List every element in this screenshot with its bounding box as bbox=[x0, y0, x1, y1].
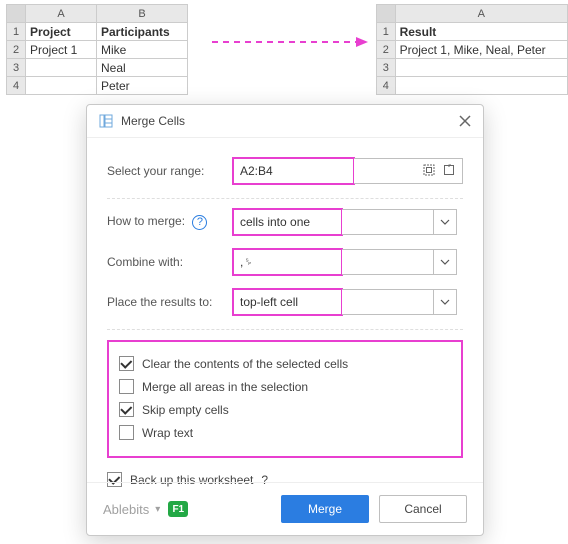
range-value: A2:B4 bbox=[240, 164, 273, 178]
range-input-extra[interactable] bbox=[354, 158, 463, 184]
range-input[interactable]: A2:B4 bbox=[233, 158, 354, 184]
col-header[interactable]: B bbox=[97, 5, 188, 23]
options-group: Clear the contents of the selected cells… bbox=[107, 340, 463, 458]
chevron-down-icon: ▾ bbox=[155, 504, 160, 515]
merge-button[interactable]: Merge bbox=[281, 495, 369, 523]
range-label: Select your range: bbox=[107, 164, 233, 178]
place-value: top-left cell bbox=[240, 295, 298, 309]
cell[interactable]: Result bbox=[395, 23, 567, 41]
cancel-button[interactable]: Cancel bbox=[379, 495, 467, 523]
place-results-select[interactable]: top-left cell bbox=[233, 289, 342, 315]
divider bbox=[107, 198, 463, 199]
clear-contents-checkbox[interactable] bbox=[119, 356, 134, 371]
cell[interactable]: Peter bbox=[97, 77, 188, 95]
row-header[interactable]: 1 bbox=[7, 23, 26, 41]
brand-link[interactable]: Ablebits ▾ bbox=[103, 502, 160, 517]
row-header[interactable]: 2 bbox=[377, 41, 396, 59]
cell[interactable] bbox=[26, 59, 97, 77]
expand-range-icon[interactable] bbox=[442, 163, 456, 180]
clear-contents-label: Clear the contents of the selected cells bbox=[142, 357, 348, 371]
close-icon bbox=[458, 114, 472, 128]
how-to-merge-dd[interactable] bbox=[342, 209, 457, 235]
corner-cell bbox=[377, 5, 396, 23]
cell[interactable] bbox=[26, 77, 97, 95]
cell[interactable]: Neal bbox=[97, 59, 188, 77]
help-icon[interactable]: ? bbox=[192, 215, 207, 230]
wrap-text-label: Wrap text bbox=[142, 426, 193, 440]
close-button[interactable] bbox=[457, 113, 473, 129]
col-header[interactable]: A bbox=[395, 5, 567, 23]
merge-areas-checkbox[interactable] bbox=[119, 379, 134, 394]
dialog-titlebar: Merge Cells bbox=[87, 105, 483, 138]
cell[interactable]: Mike bbox=[97, 41, 188, 59]
arrow-right-icon bbox=[210, 35, 370, 49]
skip-empty-label: Skip empty cells bbox=[142, 403, 229, 417]
source-sheet: A B 1 Project Participants 2 Project 1 M… bbox=[6, 4, 188, 95]
dialog-footer: Ablebits ▾ F1 Merge Cancel bbox=[87, 482, 483, 535]
how-label: How to merge: ? bbox=[107, 214, 233, 230]
row-header[interactable]: 3 bbox=[377, 59, 396, 77]
corner-cell bbox=[7, 5, 26, 23]
chevron-down-icon bbox=[433, 250, 456, 274]
row-header[interactable]: 2 bbox=[7, 41, 26, 59]
merge-icon bbox=[99, 114, 113, 128]
place-results-dd[interactable] bbox=[342, 289, 457, 315]
col-header[interactable]: A bbox=[26, 5, 97, 23]
merge-cells-dialog: Merge Cells Select your range: A2:B4 bbox=[86, 104, 484, 536]
cell[interactable]: Project 1 bbox=[26, 41, 97, 59]
how-to-merge-select[interactable]: cells into one bbox=[233, 209, 342, 235]
combine-with-select[interactable]: ,␠ bbox=[233, 249, 342, 275]
skip-empty-checkbox[interactable] bbox=[119, 402, 134, 417]
cell[interactable]: Participants bbox=[97, 23, 188, 41]
result-sheet: A 1 Result 2 Project 1, Mike, Neal, Pete… bbox=[376, 4, 568, 95]
row-header[interactable]: 4 bbox=[377, 77, 396, 95]
how-value: cells into one bbox=[240, 215, 310, 229]
cell[interactable] bbox=[395, 77, 567, 95]
cell[interactable] bbox=[395, 59, 567, 77]
combine-value: ,␠ bbox=[240, 255, 253, 270]
cell[interactable]: Project bbox=[26, 23, 97, 41]
divider bbox=[107, 329, 463, 330]
row-header[interactable]: 3 bbox=[7, 59, 26, 77]
chevron-down-icon bbox=[433, 290, 456, 314]
dialog-title: Merge Cells bbox=[121, 114, 185, 128]
chevron-down-icon bbox=[433, 210, 456, 234]
f1-help-button[interactable]: F1 bbox=[168, 501, 188, 517]
place-label: Place the results to: bbox=[107, 295, 233, 309]
combine-with-dd[interactable] bbox=[342, 249, 457, 275]
cell[interactable]: Project 1, Mike, Neal, Peter bbox=[395, 41, 567, 59]
wrap-text-checkbox[interactable] bbox=[119, 425, 134, 440]
row-header[interactable]: 4 bbox=[7, 77, 26, 95]
brand-label: Ablebits bbox=[103, 502, 149, 517]
merge-areas-label: Merge all areas in the selection bbox=[142, 380, 308, 394]
row-header[interactable]: 1 bbox=[377, 23, 396, 41]
select-range-icon[interactable] bbox=[422, 163, 436, 180]
combine-label: Combine with: bbox=[107, 255, 233, 269]
